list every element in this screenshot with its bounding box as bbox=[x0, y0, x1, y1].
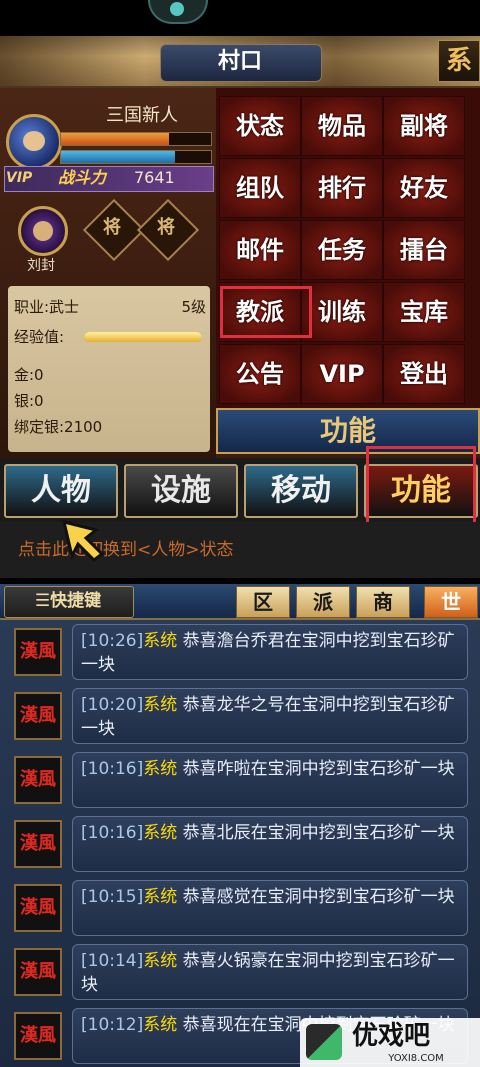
message-item[interactable]: [10:26]系统 恭喜澹台乔君在宝洞中挖到宝石珍矿一块 bbox=[72, 624, 468, 680]
menu-item-label: 邮件 bbox=[236, 236, 284, 264]
message-source: 系统 bbox=[143, 631, 178, 651]
channel-tab-2[interactable]: 商 bbox=[356, 586, 410, 618]
message-time: [10:26] bbox=[81, 631, 144, 651]
message-item[interactable]: [10:15]系统 恭喜感觉在宝洞中挖到宝石珍矿一块 bbox=[72, 880, 468, 936]
message-avatar-glyph: 漢風 bbox=[20, 897, 56, 918]
highlight-frame-jiaopai bbox=[220, 286, 312, 338]
menu-item-label: 训练 bbox=[318, 298, 366, 326]
top-status-strip bbox=[0, 0, 480, 36]
menu-item-label: 好友 bbox=[400, 174, 448, 202]
message-source: 系统 bbox=[143, 951, 178, 971]
tab-label: 人物 bbox=[31, 473, 91, 508]
silver-text: 银:0 bbox=[14, 392, 44, 410]
tab-label: 移动 bbox=[271, 473, 331, 508]
mp-bar bbox=[60, 150, 212, 164]
message-time: [10:16] bbox=[81, 823, 144, 843]
watermark-name: 优戏吧 bbox=[352, 1021, 431, 1051]
menu-item-label: 副将 bbox=[400, 112, 448, 140]
message-text: 恭喜感觉在宝洞中挖到宝石珍矿一块 bbox=[182, 887, 455, 907]
menu-item-label: 组队 bbox=[236, 174, 284, 202]
character-name: 三国新人 bbox=[106, 105, 178, 126]
career-text: 职业:武士 bbox=[14, 298, 80, 316]
message-item[interactable]: [10:20]系统 恭喜龙华之号在宝洞中挖到宝石珍矿一块 bbox=[72, 688, 468, 744]
message-text: 恭喜北辰在宝洞中挖到宝石珍矿一块 bbox=[182, 823, 455, 843]
message-avatar-glyph: 漢風 bbox=[20, 1025, 56, 1046]
menu-item-label: 排行 bbox=[318, 174, 366, 202]
message-avatar-icon: 漢風 bbox=[14, 692, 62, 740]
channel-tab-0[interactable]: 区 bbox=[236, 586, 290, 618]
shortcut-label: ☰快捷键 bbox=[34, 591, 102, 611]
menu-item-label: 公告 bbox=[236, 360, 284, 388]
message-time: [10:20] bbox=[81, 695, 144, 715]
channel-tab-3[interactable]: 世 bbox=[424, 586, 478, 618]
menu-item-label: 物品 bbox=[318, 112, 366, 140]
message-avatar-glyph: 漢風 bbox=[20, 833, 56, 854]
exp-bar bbox=[84, 332, 202, 342]
message-text: 恭喜咋啦在宝洞中挖到宝石珍矿一块 bbox=[182, 759, 455, 779]
exp-label: 经验值: bbox=[14, 328, 65, 346]
menu-item-label: VIP bbox=[319, 360, 365, 388]
general-name: 刘封 bbox=[27, 258, 55, 274]
message-source: 系统 bbox=[143, 1015, 178, 1035]
message-source: 系统 bbox=[143, 823, 178, 843]
message-time: [10:16] bbox=[81, 759, 144, 779]
message-item[interactable]: [10:16]系统 恭喜咋啦在宝洞中挖到宝石珍矿一块 bbox=[72, 752, 468, 808]
message-avatar-glyph: 漢風 bbox=[20, 705, 56, 726]
message-avatar-icon: 漢風 bbox=[14, 948, 62, 996]
channel-tab-1[interactable]: 派 bbox=[296, 586, 350, 618]
watermark-url: YOXI8.COM bbox=[388, 1053, 444, 1064]
message-item[interactable]: [10:14]系统 恭喜火锅豪在宝洞中挖到宝石珍矿一块 bbox=[72, 944, 468, 1000]
watermark-logo-icon bbox=[306, 1024, 342, 1060]
gold-text: 金:0 bbox=[14, 366, 44, 384]
message-avatar-icon: 漢風 bbox=[14, 884, 62, 932]
tab-label: 设施 bbox=[151, 473, 211, 508]
page-title: 村口 bbox=[217, 49, 262, 74]
menu-item-label: 任务 bbox=[318, 236, 366, 264]
bound-silver-text: 绑定银:2100 bbox=[14, 418, 103, 436]
title-bar: 村口 系 bbox=[0, 36, 480, 88]
message-avatar-icon: 漢風 bbox=[14, 820, 62, 868]
message-avatar-icon: 漢風 bbox=[14, 756, 62, 804]
general-slot-2-label: 将 bbox=[157, 217, 175, 238]
menu-item-label: 宝库 bbox=[400, 298, 448, 326]
message-source: 系统 bbox=[143, 887, 178, 907]
general-avatar-icon[interactable] bbox=[18, 206, 68, 256]
menu-item-label: 状态 bbox=[236, 112, 284, 140]
menu-item-label: 擂台 bbox=[400, 236, 448, 264]
message-source: 系统 bbox=[143, 759, 178, 779]
character-avatar-icon[interactable] bbox=[6, 114, 62, 170]
message-avatar-icon: 漢風 bbox=[14, 1012, 62, 1060]
message-avatar-glyph: 漢風 bbox=[20, 769, 56, 790]
level-text: 5级 bbox=[181, 298, 206, 316]
message-time: [10:14] bbox=[81, 951, 144, 971]
pointer-arrow-icon bbox=[61, 519, 105, 562]
message-time: [10:12] bbox=[81, 1015, 144, 1035]
power-value: 7641 bbox=[134, 168, 175, 187]
general-slot-1-label: 将 bbox=[103, 217, 121, 238]
message-avatar-glyph: 漢風 bbox=[20, 961, 56, 982]
vip-badge: VIP bbox=[6, 170, 33, 186]
message-source: 系统 bbox=[143, 695, 178, 715]
hp-bar bbox=[60, 132, 212, 146]
power-label: 战斗力 bbox=[58, 168, 107, 187]
message-item[interactable]: [10:16]系统 恭喜北辰在宝洞中挖到宝石珍矿一块 bbox=[72, 816, 468, 872]
message-avatar-glyph: 漢風 bbox=[20, 641, 56, 662]
message-avatar-icon: 漢風 bbox=[14, 628, 62, 676]
menu-item-label: 登出 bbox=[400, 360, 448, 388]
message-time: [10:15] bbox=[81, 887, 144, 907]
system-button[interactable]: 系 bbox=[438, 40, 480, 82]
